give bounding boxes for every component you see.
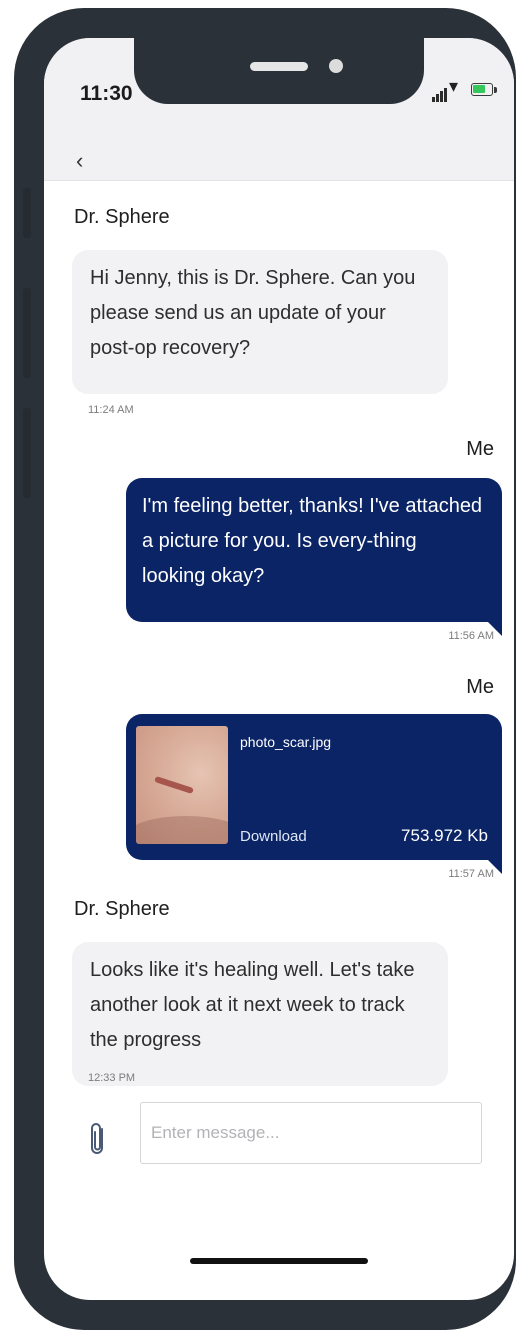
thumbnail-scar <box>154 775 194 795</box>
screen: 11:30 ▾ ‹ Dr. Sphere Hi Jenny, this is D… <box>44 38 514 1300</box>
speaker-grille <box>250 62 308 71</box>
attachment-message-bubble: photo_scar.jpg Download 753.972 Kb <box>126 714 502 874</box>
message-sender: Me <box>466 438 494 460</box>
attachment-filename: photo_scar.jpg <box>240 734 332 750</box>
attachment-thumbnail[interactable] <box>136 726 228 844</box>
message-sender: Dr. Sphere <box>74 206 170 228</box>
message-sender: Me <box>466 676 494 698</box>
wifi-icon: ▾ <box>449 76 459 96</box>
message-composer <box>44 1098 514 1188</box>
message-time: 11:56 AM <box>448 630 494 642</box>
status-icons: ▾ <box>432 76 504 102</box>
battery-tip <box>494 87 497 93</box>
battery-icon <box>471 83 493 96</box>
phone-frame: 11:30 ▾ ‹ Dr. Sphere Hi Jenny, this is D… <box>14 8 516 1330</box>
volume-down-button <box>23 408 31 498</box>
mute-switch <box>23 188 31 238</box>
home-indicator[interactable] <box>190 1258 368 1264</box>
thumbnail-shading <box>136 816 228 844</box>
attachment-size: 753.972 Kb <box>401 826 488 845</box>
outgoing-message-bubble: I'm feeling better, thanks! I've attache… <box>126 478 502 636</box>
message-time: 11:57 AM <box>448 868 494 880</box>
message-sender: Dr. Sphere <box>74 898 170 920</box>
message-time: 11:24 AM <box>88 404 134 416</box>
paperclip-icon[interactable] <box>86 1120 110 1158</box>
status-time: 11:30 <box>80 82 133 105</box>
chevron-left-icon[interactable]: ‹ <box>76 150 83 172</box>
incoming-message-bubble: Looks like it's healing well. Let's take… <box>72 942 448 1086</box>
message-text: I'm feeling better, thanks! I've attache… <box>142 495 483 587</box>
message-time: 12:33 PM <box>88 1072 136 1084</box>
message-input[interactable] <box>140 1102 482 1164</box>
front-camera <box>329 59 343 73</box>
download-link[interactable]: Download <box>240 828 307 845</box>
message-text: Hi Jenny, this is Dr. Sphere. Can you pl… <box>90 267 416 359</box>
message-text: Looks like it's healing well. Let's take… <box>90 959 415 1051</box>
incoming-message-bubble: Hi Jenny, this is Dr. Sphere. Can you pl… <box>72 250 448 394</box>
battery-level <box>473 85 485 93</box>
volume-up-button <box>23 288 31 378</box>
notch <box>134 38 424 104</box>
